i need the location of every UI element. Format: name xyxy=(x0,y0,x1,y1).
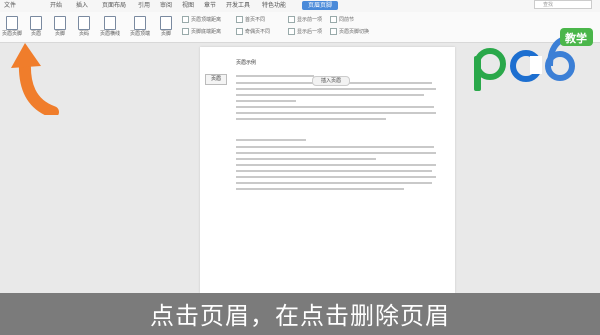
pc6-logo: 教学 xyxy=(470,26,595,96)
text-line xyxy=(236,152,436,154)
page-number-tool[interactable]: 页码 xyxy=(72,15,96,39)
header-tool[interactable]: 页眉 xyxy=(24,15,48,39)
header-footer-icon xyxy=(6,16,18,30)
text-line xyxy=(236,75,314,77)
text-line xyxy=(236,170,432,172)
tool-label: 页眉顶端 xyxy=(129,31,150,37)
tab-references[interactable]: 引用 xyxy=(138,1,150,10)
text-line xyxy=(236,164,436,166)
tab-page-layout[interactable]: 页面布局 xyxy=(102,1,126,10)
tab-review[interactable]: 审阅 xyxy=(160,1,172,10)
header-top-distance-option[interactable]: 页眉顶端距离 xyxy=(182,16,221,23)
header-top-icon xyxy=(134,16,146,30)
header-icon xyxy=(30,16,42,30)
tool-label: 页脚 xyxy=(54,31,65,37)
text-line xyxy=(236,94,424,96)
tab-special[interactable]: 特色功能 xyxy=(262,1,286,10)
tab-home[interactable]: 开始 xyxy=(50,1,62,10)
header-line-tool[interactable]: 页眉横线 xyxy=(98,15,122,39)
text-line xyxy=(236,106,434,108)
footer-2-icon xyxy=(160,16,172,30)
footer-tool[interactable]: 页脚 xyxy=(48,15,72,39)
tab-developer[interactable]: 开发工具 xyxy=(226,1,250,10)
show-next-option[interactable]: 显示后一项 xyxy=(288,28,322,35)
text-line xyxy=(236,146,434,148)
page-number-icon xyxy=(78,16,90,30)
footer-bottom-distance-option[interactable]: 页脚底端距离 xyxy=(182,28,221,35)
insert-header-menu[interactable]: 插入页眉 xyxy=(312,76,350,86)
same-as-previous-option[interactable]: 同前节 xyxy=(330,16,354,23)
text-line xyxy=(236,188,404,190)
header-top-tool[interactable]: 页眉顶端 xyxy=(128,15,152,39)
subtitle-caption: 点击页眉，在点击删除页眉 xyxy=(150,302,450,330)
tab-insert[interactable]: 插入 xyxy=(76,1,88,10)
tab-header-footer[interactable]: 页眉页脚 xyxy=(302,1,339,10)
footer-icon xyxy=(54,16,66,30)
odd-even-different-option[interactable]: 奇偶页不同 xyxy=(236,28,270,35)
tab-chapter[interactable]: 章节 xyxy=(204,1,216,10)
tool-label: 页眉 xyxy=(30,31,41,37)
text-line xyxy=(236,118,386,120)
footer-tool-2[interactable]: 页脚 xyxy=(154,15,178,39)
first-page-different-option[interactable]: 首页不同 xyxy=(236,16,265,23)
page-header-text[interactable]: 页眉示例 xyxy=(236,59,256,66)
tab-file[interactable]: 文件 xyxy=(4,1,16,10)
brand-tag: 教学 xyxy=(565,32,587,45)
text-line xyxy=(236,176,436,178)
header-footer-tool[interactable]: 页眉页脚 xyxy=(0,15,24,39)
text-line xyxy=(236,182,432,184)
search-input[interactable]: 查找 xyxy=(534,0,592,9)
text-line xyxy=(236,100,296,102)
header-side-button[interactable]: 页眉 xyxy=(205,74,227,85)
tool-label: 页脚 xyxy=(160,31,171,37)
show-previous-option[interactable]: 显示前一项 xyxy=(288,16,322,23)
switch-header-footer-option[interactable]: 页眉页脚切换 xyxy=(330,28,369,35)
text-line xyxy=(236,88,436,90)
text-line xyxy=(236,158,376,160)
arrow-up-icon xyxy=(11,43,59,115)
tool-label: 页眉横线 xyxy=(99,31,120,37)
text-line xyxy=(236,112,436,114)
tool-label: 页码 xyxy=(78,31,89,37)
tool-label: 页眉页脚 xyxy=(1,31,22,37)
header-line-icon xyxy=(104,16,116,30)
tab-view[interactable]: 视图 xyxy=(182,1,194,10)
text-line xyxy=(236,139,306,141)
